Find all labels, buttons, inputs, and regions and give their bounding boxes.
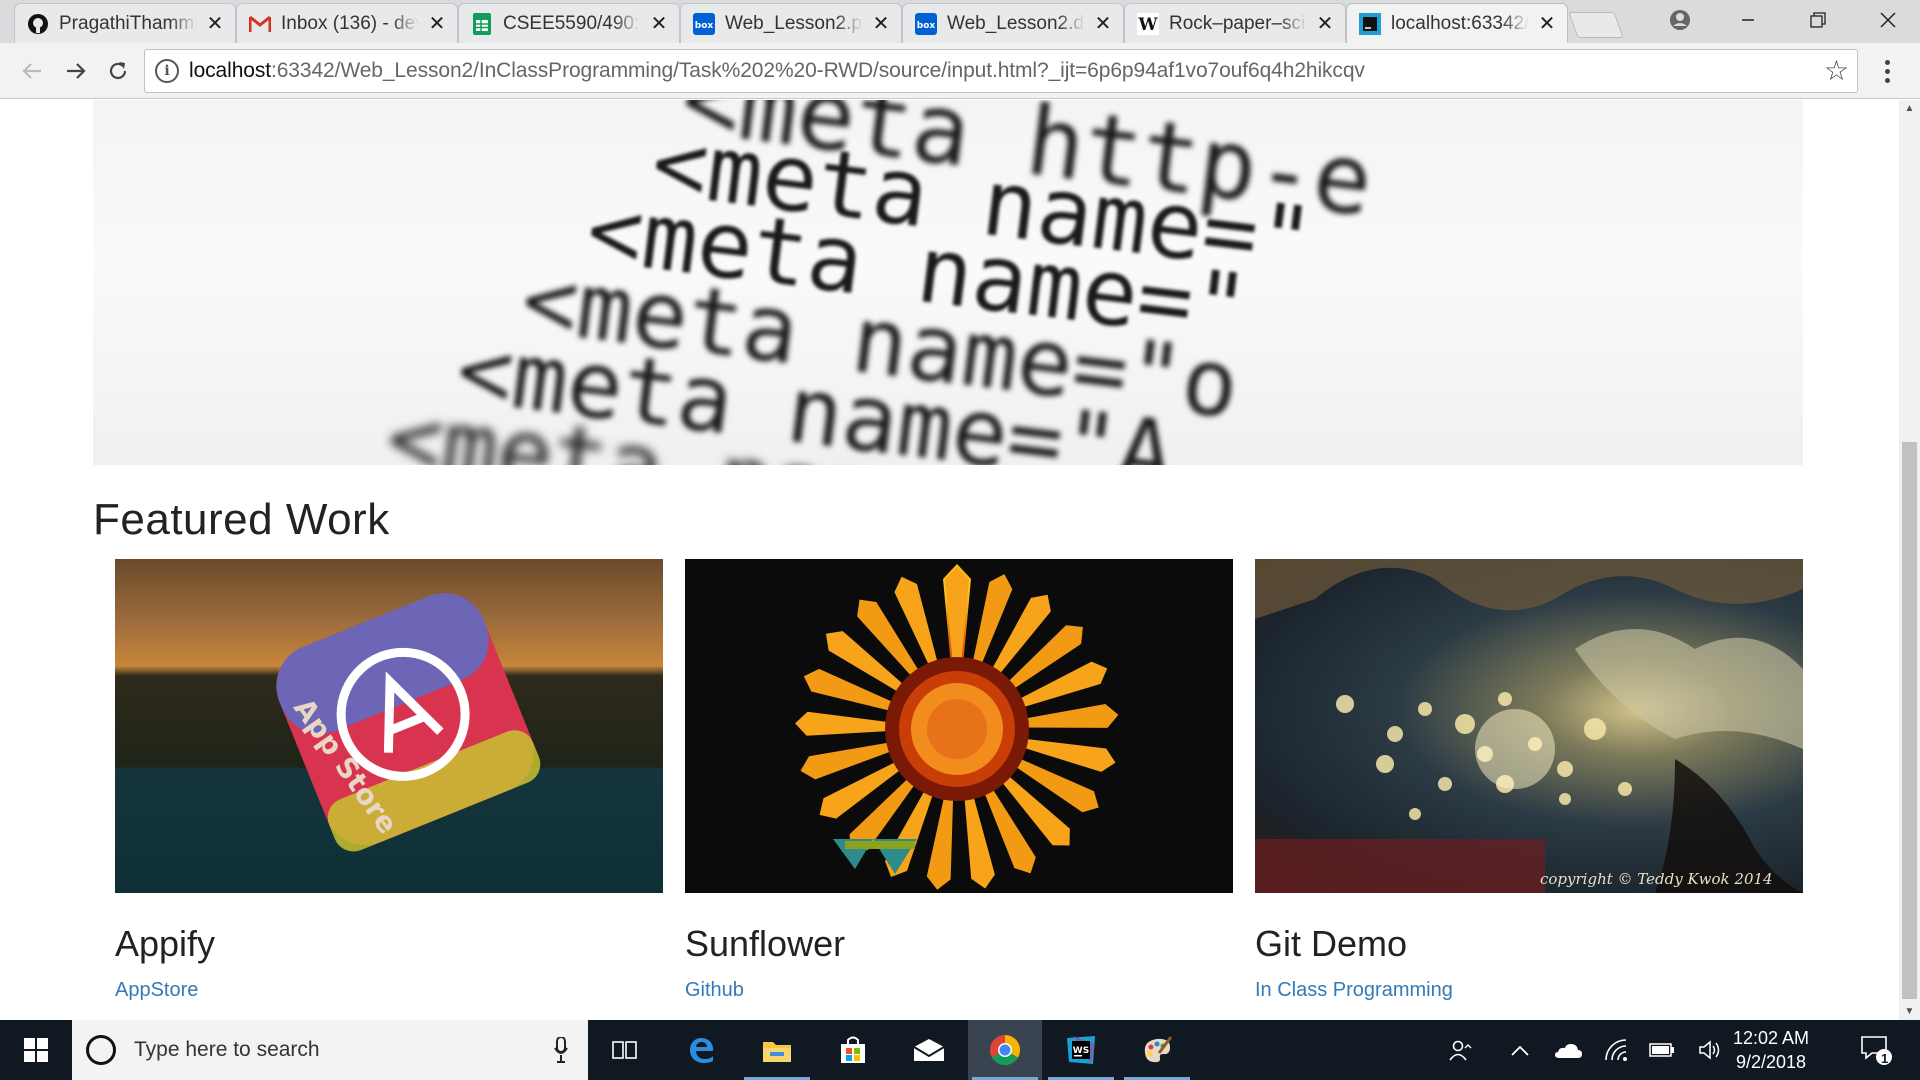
info-icon[interactable]: i bbox=[155, 59, 179, 83]
close-icon[interactable]: ✕ bbox=[1315, 13, 1335, 35]
people-icon[interactable] bbox=[1440, 1020, 1480, 1080]
sunflower-image bbox=[685, 559, 1233, 893]
webstorm-icon[interactable]: WS bbox=[1044, 1020, 1118, 1080]
svg-text:box: box bbox=[695, 21, 714, 31]
chrome-icon[interactable] bbox=[968, 1020, 1042, 1080]
project-card-git-demo: copyright © Teddy Kwok 2014 Git Demo In … bbox=[1255, 559, 1803, 1002]
system-clock[interactable]: 12:02 AM 9/2/2018 bbox=[1716, 1026, 1826, 1074]
url-path: :63342/Web_Lesson2/InClassProgramming/Ta… bbox=[270, 59, 1365, 82]
file-explorer-icon[interactable] bbox=[740, 1020, 814, 1080]
card-link-appstore[interactable]: AppStore bbox=[115, 979, 663, 1002]
scroll-up-arrow-icon[interactable]: ▲ bbox=[1899, 100, 1920, 117]
tab-box-ppt[interactable]: box Web_Lesson2.ppt ✕ bbox=[680, 3, 902, 43]
card-link-in-class-programming[interactable]: In Class Programming bbox=[1255, 979, 1803, 1002]
card-title: Sunflower bbox=[685, 923, 846, 964]
svg-text:W: W bbox=[1137, 15, 1158, 35]
project-card-appify: App Store Appify AppStore bbox=[115, 559, 663, 1002]
url-text[interactable]: localhost:63342/Web_Lesson2/InClassProgr… bbox=[189, 59, 1365, 83]
tab-title: CSEE5590/490: W bbox=[503, 12, 641, 34]
profile-icon[interactable] bbox=[1652, 0, 1708, 40]
section-title: Featured Work bbox=[93, 495, 390, 544]
chrome-menu-icon[interactable] bbox=[1872, 51, 1902, 91]
github-icon bbox=[27, 13, 49, 35]
tab-strip: PragathiThammaneni ✕ Inbox (136) - dev ✕… bbox=[0, 0, 1920, 43]
close-icon[interactable]: ✕ bbox=[1537, 13, 1557, 35]
address-bar[interactable]: i localhost:63342/Web_Lesson2/InClassPro… bbox=[144, 49, 1858, 93]
scroll-down-arrow-icon[interactable]: ▼ bbox=[1899, 1003, 1920, 1020]
close-icon[interactable]: ✕ bbox=[427, 13, 447, 35]
tab-wikipedia[interactable]: W Rock–paper–scis ✕ bbox=[1124, 3, 1346, 43]
card-title: Appify bbox=[115, 923, 216, 964]
hero-banner-image: <meta http-e <meta name=" <meta name=" <… bbox=[93, 100, 1803, 465]
tab-box-doc[interactable]: box Web_Lesson2.doc ✕ bbox=[902, 3, 1124, 43]
action-center-icon[interactable]: 1 bbox=[1848, 1020, 1904, 1080]
cortana-icon[interactable] bbox=[86, 1035, 116, 1065]
tab-title: Web_Lesson2.ppt bbox=[725, 12, 863, 34]
bokeh-image: copyright © Teddy Kwok 2014 bbox=[1255, 559, 1803, 893]
svg-text:box: box bbox=[917, 21, 936, 31]
windows-start-button[interactable] bbox=[0, 1020, 72, 1080]
microphone-icon[interactable] bbox=[554, 1037, 568, 1063]
forward-button[interactable] bbox=[56, 51, 96, 91]
close-icon[interactable]: ✕ bbox=[649, 13, 669, 35]
search-placeholder: Type here to search bbox=[134, 1038, 320, 1061]
wikipedia-icon: W bbox=[1137, 12, 1159, 35]
edge-icon[interactable] bbox=[664, 1020, 738, 1080]
tab-sheets[interactable]: CSEE5590/490: W ✕ bbox=[458, 3, 680, 43]
box-icon: box bbox=[915, 12, 937, 35]
page-viewport: <meta http-e <meta name=" <meta name=" <… bbox=[0, 100, 1899, 1020]
image-copyright-caption: copyright © Teddy Kwok 2014 bbox=[1540, 870, 1773, 888]
paint-icon[interactable] bbox=[1120, 1020, 1194, 1080]
back-button[interactable] bbox=[12, 51, 52, 91]
reload-button[interactable] bbox=[98, 51, 138, 91]
clock-date: 9/2/2018 bbox=[1735, 1052, 1807, 1072]
tab-title: localhost:63342/ bbox=[1391, 12, 1529, 34]
url-host: localhost bbox=[189, 59, 271, 82]
gmail-icon bbox=[249, 13, 271, 35]
close-icon[interactable]: ✕ bbox=[205, 13, 225, 35]
mail-icon[interactable] bbox=[892, 1020, 966, 1080]
windows-taskbar: Type here to search WS 12:02 AM 9/2/2018… bbox=[0, 1020, 1920, 1080]
tab-github[interactable]: PragathiThammaneni ✕ bbox=[14, 3, 236, 43]
card-link-github[interactable]: Github bbox=[685, 979, 1233, 1002]
tab-title: Rock–paper–scis bbox=[1169, 12, 1307, 34]
restore-button[interactable] bbox=[1790, 0, 1846, 40]
battery-icon[interactable] bbox=[1642, 1020, 1682, 1080]
browser-toolbar: i localhost:63342/Web_Lesson2/InClassPro… bbox=[0, 43, 1920, 99]
tab-title: Inbox (136) - dev bbox=[281, 12, 419, 34]
onedrive-icon[interactable] bbox=[1548, 1020, 1588, 1080]
tab-localhost[interactable]: localhost:63342/ ✕ bbox=[1346, 3, 1568, 43]
close-icon[interactable]: ✕ bbox=[871, 13, 891, 35]
bookmark-star-icon[interactable]: ☆ bbox=[1824, 57, 1849, 85]
appstore-image: App Store bbox=[115, 559, 663, 893]
svg-text:WS: WS bbox=[1073, 1046, 1089, 1056]
close-icon[interactable]: ✕ bbox=[1093, 13, 1113, 35]
scroll-thumb[interactable] bbox=[1902, 442, 1917, 999]
taskbar-search-box[interactable]: Type here to search bbox=[72, 1020, 588, 1080]
notification-count-badge: 1 bbox=[1881, 1051, 1889, 1066]
chevron-up-icon[interactable] bbox=[1500, 1020, 1540, 1080]
task-view-icon[interactable] bbox=[588, 1020, 662, 1080]
page-scrollbar[interactable]: ▲ ▼ bbox=[1899, 100, 1920, 1020]
project-card-sunflower: Sunflower Github bbox=[685, 559, 1233, 1002]
store-icon[interactable] bbox=[816, 1020, 890, 1080]
wifi-icon[interactable] bbox=[1596, 1020, 1636, 1080]
card-title: Git Demo bbox=[1255, 923, 1408, 964]
webstorm-icon bbox=[1359, 12, 1381, 35]
sheets-icon bbox=[471, 12, 493, 35]
box-icon: box bbox=[693, 12, 715, 35]
tab-title: PragathiThammaneni bbox=[59, 12, 197, 34]
tab-gmail[interactable]: Inbox (136) - dev ✕ bbox=[236, 3, 458, 43]
clock-time: 12:02 AM bbox=[1732, 1028, 1810, 1048]
tab-title: Web_Lesson2.doc bbox=[947, 12, 1085, 34]
new-tab-button[interactable] bbox=[1568, 12, 1624, 38]
close-window-button[interactable] bbox=[1860, 0, 1916, 40]
minimize-button[interactable] bbox=[1720, 0, 1776, 40]
